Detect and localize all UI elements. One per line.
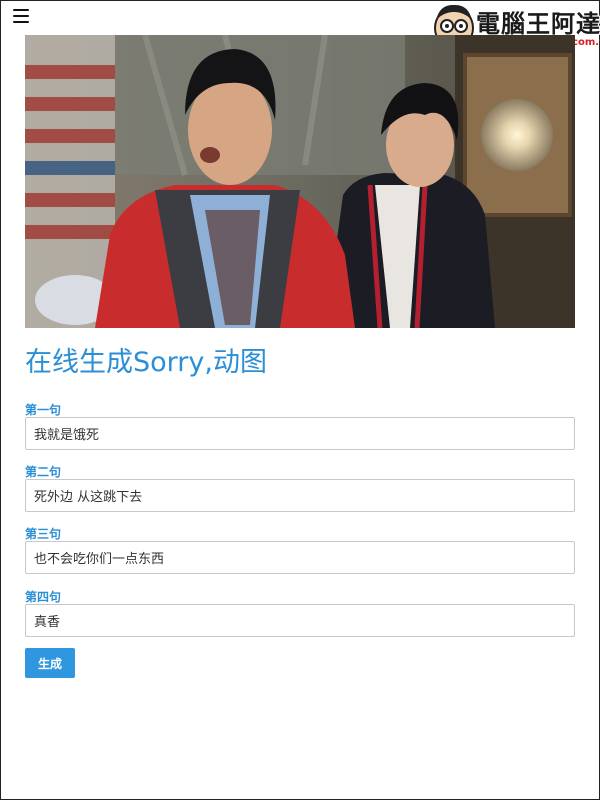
hero-image — [25, 35, 575, 328]
generate-button[interactable]: 生成 — [25, 648, 75, 678]
field-label-line-2: 第二句 — [25, 465, 62, 479]
field-label-line-4: 第四句 — [25, 590, 62, 604]
line-2-input[interactable] — [25, 479, 575, 512]
line-1-input[interactable] — [25, 417, 575, 450]
line-3-input[interactable] — [25, 541, 575, 574]
page-title: 在线生成Sorry,动图 — [25, 347, 267, 378]
field-label-line-3: 第三句 — [25, 527, 62, 541]
field-label-line-1: 第一句 — [25, 403, 62, 417]
line-4-input[interactable] — [25, 604, 575, 637]
hamburger-menu-icon[interactable] — [13, 9, 29, 23]
watermark-name: 電腦王阿達 — [476, 10, 600, 38]
